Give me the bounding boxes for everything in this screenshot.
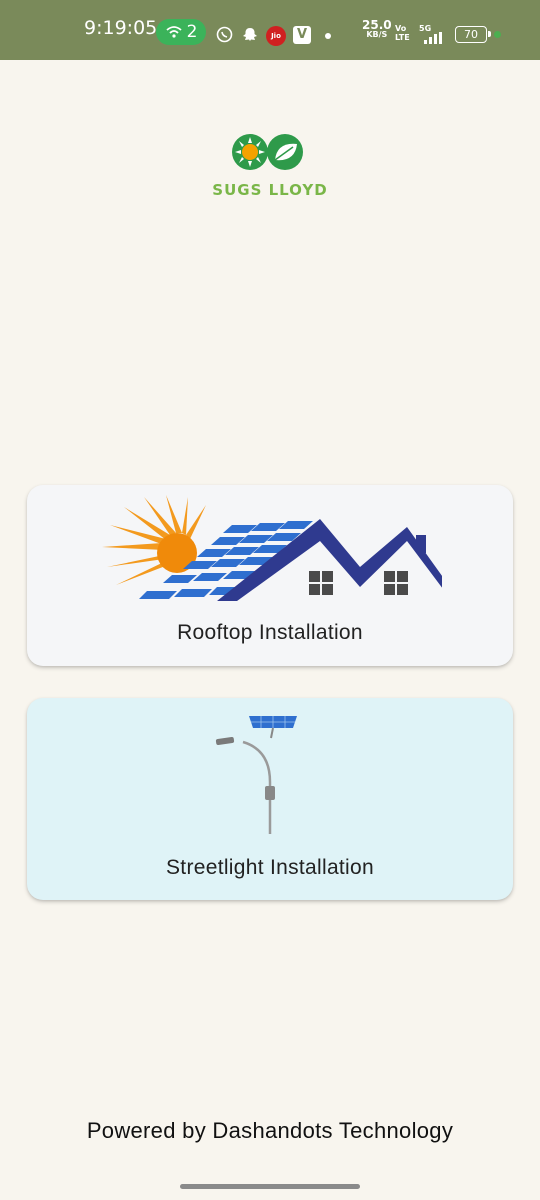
net-speed: 25.0 KB/S [362,18,392,39]
battery-icon: 70 [455,26,487,43]
battery-level: 70 [464,28,478,41]
hotspot-indicator[interactable]: 2 [156,19,206,45]
hotspot-icon [165,26,182,38]
snapchat-icon [243,28,257,41]
brand-name: SUGS LLOYD [212,181,328,199]
charging-indicator [494,31,501,38]
whatsapp-icon [216,26,233,43]
powered-by-text: Powered by Dashandots Technology [86,1118,454,1143]
gesture-nav-handle[interactable] [180,1184,360,1189]
v-app-icon: V [293,26,311,44]
rooftop-installation-card[interactable]: Rooftop Installation [27,485,513,666]
rooftop-solar-icon [102,495,442,601]
jio-icon: Jio [266,26,286,46]
status-time: 9:19:05 [84,17,158,39]
sun-icon [232,134,268,170]
status-bar: 9:19:05 2 Jio V 25.0 KB/S Vo LTE 5G 70 [0,0,540,60]
hotspot-count: 2 [186,22,198,42]
notification-dot-icon [325,33,331,39]
streetlight-installation-card[interactable]: Streetlight Installation [27,698,513,900]
volte-indicator: Vo LTE [395,24,410,42]
leaf-icon [267,134,303,170]
solar-streetlight-icon [215,716,297,834]
streetlight-installation-label: Streetlight Installation [166,856,374,879]
battery-tip [488,31,491,37]
rooftop-installation-label: Rooftop Installation [177,621,363,644]
signal-icon [424,32,442,44]
